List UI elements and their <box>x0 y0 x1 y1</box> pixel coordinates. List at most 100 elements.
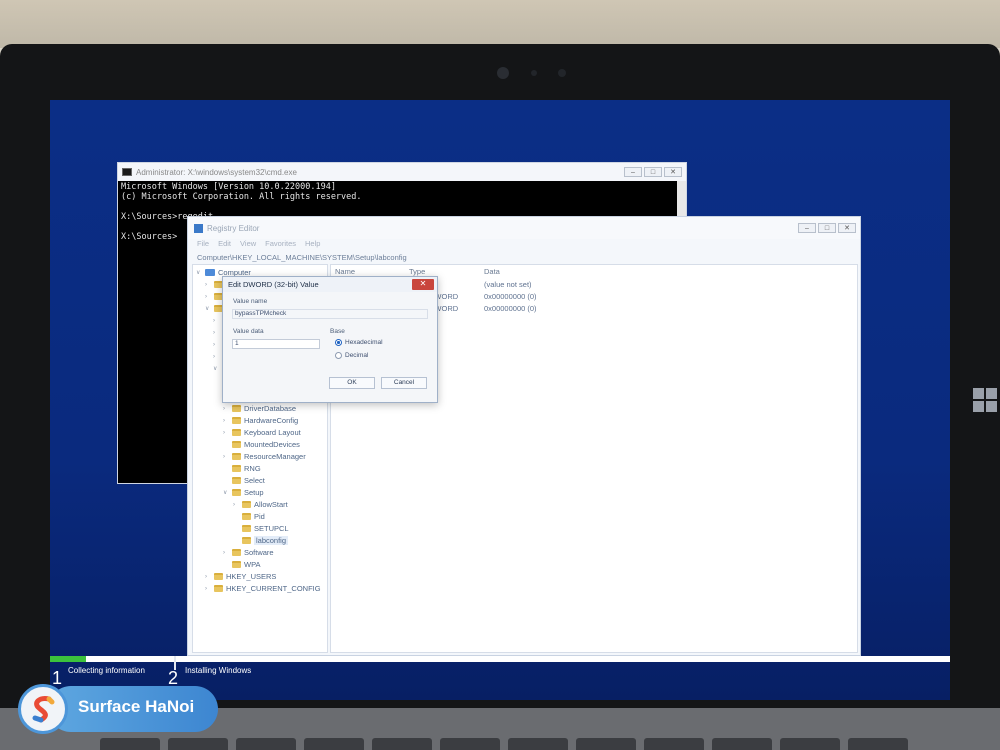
tree-item-software[interactable]: › Software <box>223 547 274 558</box>
tree-item-hkey-current-config[interactable]: › HKEY_CURRENT_CONFIG <box>205 583 321 594</box>
tree-item-labconfig[interactable]: labconfig <box>233 535 289 546</box>
menu-bar: File Edit View Favorites Help <box>188 239 860 253</box>
value-data-cell[interactable]: 0x00000000 (0) <box>484 304 537 313</box>
folder-icon <box>232 489 241 496</box>
menu-view[interactable]: View <box>240 239 256 253</box>
background-wall <box>0 0 1000 48</box>
folder-icon <box>242 513 251 520</box>
value-data-input[interactable]: 1 <box>232 339 320 349</box>
tree-item-label: SETUPCL <box>254 524 289 533</box>
edit-dword-dialog[interactable]: Edit DWORD (32-bit) Value ✕ Value name b… <box>222 276 438 403</box>
menu-favorites[interactable]: Favorites <box>265 239 296 253</box>
chevron-down-icon: ∨ <box>196 270 201 276</box>
tree-item-driverdatabase[interactable]: › DriverDatabase <box>223 403 296 414</box>
value-data-cell[interactable]: (value not set) <box>484 280 532 289</box>
tree-item-label: DriverDatabase <box>244 404 297 413</box>
tree-item-setup[interactable]: ∨ Setup <box>223 487 264 498</box>
folder-icon <box>242 537 251 544</box>
tree-item-select[interactable]: Select <box>223 475 265 486</box>
cancel-button[interactable]: Cancel <box>381 377 427 389</box>
maximize-button[interactable]: □ <box>644 167 662 177</box>
cmd-icon <box>122 168 132 176</box>
dialog-titlebar[interactable]: Edit DWORD (32-bit) Value ✕ <box>223 277 437 292</box>
tree-item-mounteddevices[interactable]: MountedDevices <box>223 439 300 450</box>
column-header-type[interactable]: Type <box>409 267 425 276</box>
tree-item[interactable]: › <box>213 351 219 362</box>
tree-item-label: HKEY_USERS <box>226 572 277 581</box>
tree-item-label: Keyboard Layout <box>244 428 301 437</box>
tree-item-keyboard-layout[interactable]: › Keyboard Layout <box>223 427 301 438</box>
chevron-down-icon: ∨ <box>205 306 210 312</box>
menu-edit[interactable]: Edit <box>218 239 231 253</box>
chevron-right-icon: › <box>233 501 235 508</box>
chevron-right-icon: › <box>223 453 225 460</box>
keyboard-key <box>304 738 364 750</box>
step-collecting-information: Collecting information <box>68 666 145 675</box>
folder-icon <box>232 549 241 556</box>
close-button[interactable]: ✕ <box>412 279 434 290</box>
regedit-titlebar[interactable]: Registry Editor – □ ✕ <box>188 217 860 239</box>
base-label: Base <box>330 328 345 335</box>
setup-progress-fill <box>50 656 86 662</box>
folder-icon <box>214 573 223 580</box>
minimize-button[interactable]: – <box>624 167 642 177</box>
tree-item-label: HKEY_CURRENT_CONFIG <box>226 584 321 593</box>
keyboard-key <box>644 738 704 750</box>
computer-icon <box>205 269 215 276</box>
cmd-line: (c) Microsoft Corporation. All rights re… <box>121 192 362 202</box>
setup-progress-bar <box>50 656 950 662</box>
decimal-radio[interactable]: Decimal <box>335 352 368 359</box>
tree-item-label: ResourceManager <box>244 452 306 461</box>
brand-name: Surface HaNoi <box>78 697 195 716</box>
tree-item[interactable]: › <box>205 279 223 290</box>
folder-icon <box>242 501 251 508</box>
keyboard-key <box>576 738 636 750</box>
tree-item[interactable]: › <box>205 291 223 302</box>
keyboard-key <box>236 738 296 750</box>
value-name-field: bypassTPMcheck <box>232 309 428 319</box>
tree-item-label: Pid <box>254 512 265 521</box>
close-button[interactable]: ✕ <box>838 223 856 233</box>
tree-item-rng[interactable]: RNG <box>223 463 261 474</box>
close-button[interactable]: ✕ <box>664 167 682 177</box>
tree-item-label: RNG <box>244 464 261 473</box>
value-name-label: Value name <box>233 298 268 305</box>
folder-icon <box>232 405 241 412</box>
tree-item-resourcemanager[interactable]: › ResourceManager <box>223 451 306 462</box>
tree-item-hardwareconfig[interactable]: › HardwareConfig <box>223 415 298 426</box>
tree-item[interactable]: › <box>213 315 219 326</box>
ok-button[interactable]: OK <box>329 377 375 389</box>
folder-icon <box>232 465 241 472</box>
tree-item-label: MountedDevices <box>244 440 300 449</box>
sensor <box>558 69 566 77</box>
tree-item[interactable]: ∨ <box>205 303 223 314</box>
hexadecimal-radio[interactable]: Hexadecimal <box>335 339 383 346</box>
tree-item[interactable]: › <box>213 339 219 350</box>
dialog-title: Edit DWORD (32-bit) Value <box>228 280 319 289</box>
menu-file[interactable]: File <box>197 239 209 253</box>
tree-item[interactable]: › <box>213 327 219 338</box>
minimize-button[interactable]: – <box>798 223 816 233</box>
maximize-button[interactable]: □ <box>818 223 836 233</box>
tree-item[interactable]: ∨ <box>213 363 219 374</box>
tree-item-label: labconfig <box>254 536 289 545</box>
tree-item-pid[interactable]: Pid <box>233 511 265 522</box>
keyboard-key <box>712 738 772 750</box>
tree-item-wpa[interactable]: WPA <box>223 559 261 570</box>
cmd-titlebar[interactable]: Administrator: X:\windows\system32\cmd.e… <box>118 163 686 181</box>
column-header-data[interactable]: Data <box>484 267 500 276</box>
tree-item-hkey-users[interactable]: › HKEY_USERS <box>205 571 276 582</box>
folder-icon <box>232 561 241 568</box>
tree-item-setupcl[interactable]: SETUPCL <box>233 523 289 534</box>
value-data-cell[interactable]: 0x00000000 (0) <box>484 292 537 301</box>
folder-icon <box>214 585 223 592</box>
sensor <box>531 70 537 76</box>
regedit-icon <box>194 223 203 233</box>
tree-item-allowstart[interactable]: › AllowStart <box>233 499 288 510</box>
menu-help[interactable]: Help <box>305 239 320 253</box>
column-header-name[interactable]: Name <box>335 267 355 276</box>
hexadecimal-label: Hexadecimal <box>345 339 383 346</box>
folder-icon <box>232 477 241 484</box>
chevron-right-icon: › <box>213 329 215 336</box>
chevron-right-icon: › <box>223 417 225 424</box>
